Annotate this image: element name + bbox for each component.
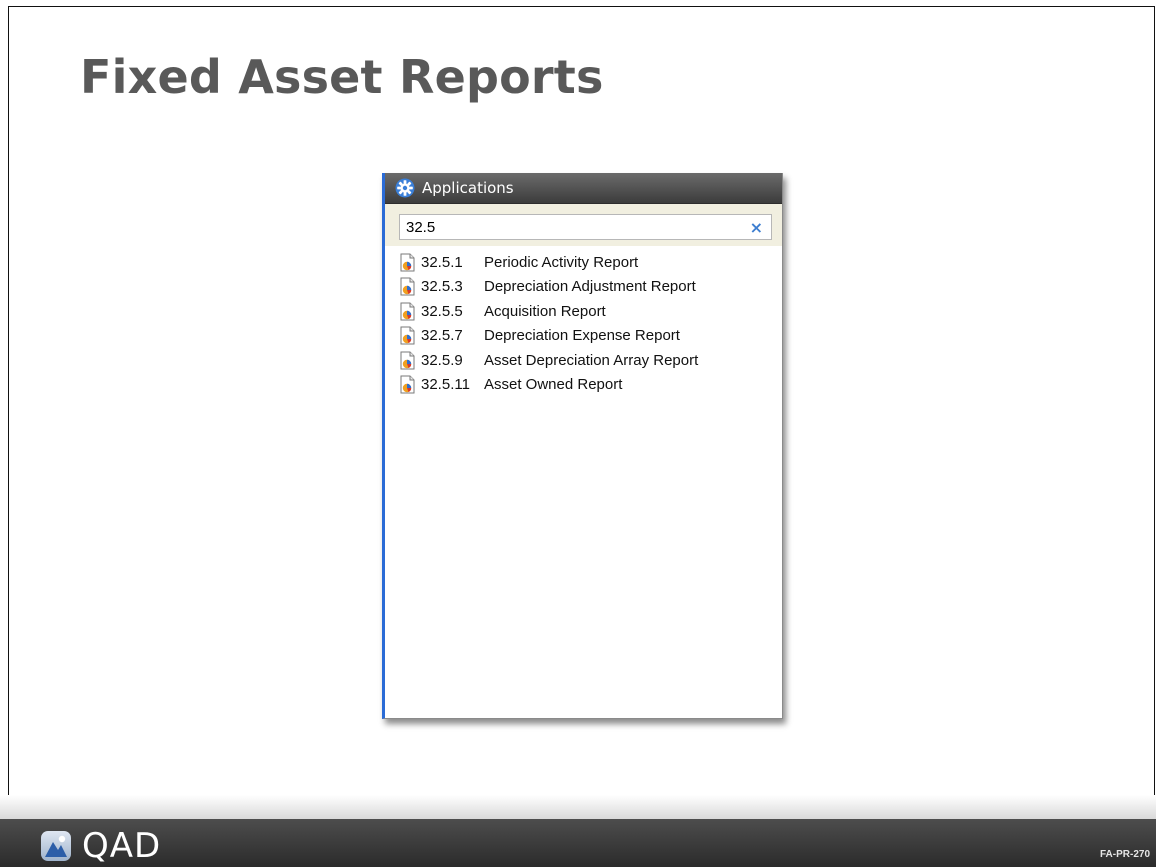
menu-item[interactable]: 32.5.7 Depreciation Expense Report <box>385 324 782 349</box>
slide-code: FA-PR-270 <box>1099 849 1150 860</box>
report-document-icon <box>400 302 415 321</box>
page-title: Fixed Asset Reports <box>80 50 604 104</box>
menu-item[interactable]: 32.5.5 Acquisition Report <box>385 299 782 324</box>
menu-item-label: Asset Depreciation Array Report <box>484 351 699 369</box>
menu-item-label: Periodic Activity Report <box>484 253 639 271</box>
report-document-icon <box>400 375 415 394</box>
menu-item-code: 32.5.5 <box>421 302 463 320</box>
qad-logo-text: QAD <box>82 826 162 866</box>
report-document-icon <box>400 277 415 296</box>
gear-icon <box>395 178 415 198</box>
menu-item-code: 32.5.7 <box>421 327 463 345</box>
menu-item-label: Asset Owned Report <box>484 376 623 394</box>
search-input[interactable] <box>400 215 736 239</box>
report-document-icon <box>400 351 415 370</box>
menu-item-code: 32.5.11 <box>421 376 470 394</box>
menu-item-code: 32.5.3 <box>421 278 463 296</box>
menu-item[interactable]: 32.5.11 Asset Owned Report <box>385 373 782 398</box>
menu-item[interactable]: 32.5.9 Asset Depreciation Array Report <box>385 348 782 373</box>
menu-item-code: 32.5.1 <box>421 253 463 271</box>
menu-item[interactable]: 32.5.3 Depreciation Adjustment Report <box>385 275 782 300</box>
qad-logo: QAD <box>40 829 161 863</box>
panel-header: Applications <box>385 173 782 204</box>
menu-item-label: Acquisition Report <box>484 302 606 320</box>
search-area: × <box>385 204 782 246</box>
search-box: × <box>399 214 772 240</box>
panel-title: Applications <box>422 179 514 197</box>
qad-logo-icon <box>41 831 71 861</box>
menu-list: 32.5.1 Periodic Activity Report 32.5.3 Depr… <box>385 246 782 397</box>
menu-item-code: 32.5.9 <box>421 351 463 369</box>
close-icon[interactable]: × <box>750 218 763 237</box>
menu-item-label: Depreciation Expense Report <box>484 327 680 345</box>
footer-bar: QAD FA-PR-270 <box>0 819 1156 867</box>
menu-item-label: Depreciation Adjustment Report <box>484 278 696 296</box>
applications-panel: Applications × 32.5.1 Periodic Activity R… <box>382 173 783 719</box>
report-document-icon <box>400 253 415 272</box>
footer-divider <box>0 795 1156 819</box>
menu-item[interactable]: 32.5.1 Periodic Activity Report <box>385 250 782 275</box>
report-document-icon <box>400 326 415 345</box>
